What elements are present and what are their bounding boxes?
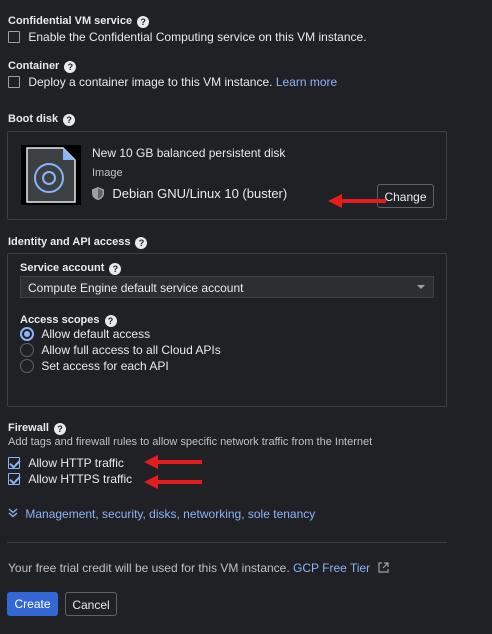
allow-https-option[interactable]: Allow HTTPS traffic bbox=[8, 472, 132, 486]
container-section-title: Container? bbox=[8, 60, 77, 73]
radio-button[interactable] bbox=[20, 327, 34, 341]
chevron-double-down-icon bbox=[8, 507, 18, 521]
allow-http-label: Allow HTTP traffic bbox=[28, 456, 124, 470]
scope-option-custom[interactable]: Set access for each API bbox=[20, 359, 169, 373]
scope-option-label: Set access for each API bbox=[41, 359, 169, 373]
learn-more-link[interactable]: Learn more bbox=[276, 75, 337, 89]
chevron-down-icon bbox=[417, 285, 425, 289]
annotation-arrow-icon bbox=[144, 455, 202, 472]
container-checkbox[interactable] bbox=[8, 76, 20, 88]
free-trial-notice: Your free trial credit will be used for … bbox=[8, 561, 389, 576]
help-icon[interactable]: ? bbox=[104, 315, 117, 327]
identity-section-title: Identity and API access? bbox=[8, 236, 148, 249]
container-label: Deploy a container image to this VM inst… bbox=[28, 75, 273, 89]
free-tier-link[interactable]: GCP Free Tier bbox=[293, 561, 370, 575]
service-account-select[interactable]: Compute Engine default service account bbox=[20, 276, 434, 298]
radio-button[interactable] bbox=[20, 343, 34, 357]
disk-name: New 10 GB balanced persistent disk bbox=[92, 146, 286, 160]
help-icon[interactable]: ? bbox=[135, 237, 148, 249]
firewall-description: Add tags and firewall rules to allow spe… bbox=[8, 436, 373, 448]
help-icon[interactable]: ? bbox=[63, 114, 76, 126]
annotation-arrow-icon bbox=[144, 475, 202, 492]
firewall-section-title: Firewall? bbox=[8, 422, 66, 435]
allow-https-checkbox[interactable] bbox=[8, 473, 20, 485]
free-trial-text: Your free trial credit will be used for … bbox=[8, 561, 290, 575]
confidential-vm-section-title: Confidential VM service? bbox=[8, 15, 150, 28]
scope-option-default[interactable]: Allow default access bbox=[20, 327, 150, 341]
shield-icon bbox=[92, 187, 104, 203]
scope-option-label: Allow default access bbox=[41, 327, 151, 341]
access-scopes-label: Access scopes? bbox=[20, 314, 117, 327]
allow-http-option[interactable]: Allow HTTP traffic bbox=[8, 456, 124, 470]
image-label: Image bbox=[92, 167, 123, 179]
create-button[interactable]: Create bbox=[7, 592, 58, 616]
identity-card: Service account? Compute Engine default … bbox=[7, 253, 447, 407]
cancel-button[interactable]: Cancel bbox=[65, 592, 117, 616]
service-account-label: Service account? bbox=[20, 262, 122, 275]
boot-disk-section-title: Boot disk? bbox=[8, 113, 76, 126]
confidential-vm-label: Enable the Confidential Computing servic… bbox=[28, 30, 367, 44]
help-icon[interactable]: ? bbox=[109, 263, 122, 275]
confidential-vm-option[interactable]: Enable the Confidential Computing servic… bbox=[8, 30, 367, 44]
divider bbox=[7, 542, 447, 543]
image-value: Debian GNU/Linux 10 (buster) bbox=[112, 186, 288, 201]
image-value-row: Debian GNU/Linux 10 (buster) bbox=[92, 186, 287, 203]
disk-image-icon bbox=[21, 145, 81, 205]
scope-option-label: Allow full access to all Cloud APIs bbox=[41, 343, 221, 357]
annotation-arrow-icon bbox=[328, 193, 386, 212]
service-account-value: Compute Engine default service account bbox=[28, 281, 244, 295]
allow-https-label: Allow HTTPS traffic bbox=[28, 472, 133, 486]
help-icon[interactable]: ? bbox=[64, 61, 77, 73]
confidential-vm-checkbox[interactable] bbox=[8, 31, 20, 43]
management-expander[interactable]: Management, security, disks, networking,… bbox=[8, 507, 315, 521]
container-option[interactable]: Deploy a container image to this VM inst… bbox=[8, 75, 337, 89]
boot-disk-card: New 10 GB balanced persistent disk Image… bbox=[7, 131, 447, 220]
radio-button[interactable] bbox=[20, 359, 34, 373]
scope-option-full[interactable]: Allow full access to all Cloud APIs bbox=[20, 343, 221, 357]
management-link[interactable]: Management, security, disks, networking,… bbox=[25, 507, 315, 521]
external-link-icon bbox=[377, 562, 389, 576]
allow-http-checkbox[interactable] bbox=[8, 457, 20, 469]
help-icon[interactable]: ? bbox=[137, 16, 150, 28]
help-icon[interactable]: ? bbox=[53, 423, 66, 435]
